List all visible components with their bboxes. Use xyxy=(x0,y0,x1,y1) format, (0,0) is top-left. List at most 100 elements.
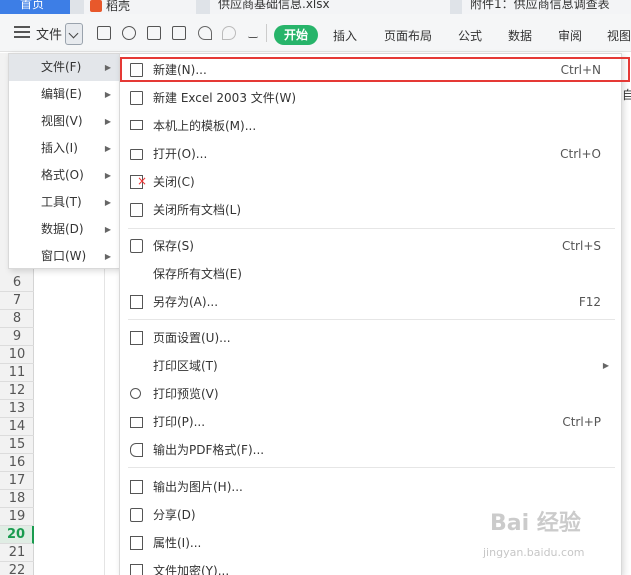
submenu-arrow-icon: ▶ xyxy=(104,171,111,180)
menu-item-label: 窗口(W) xyxy=(41,249,87,263)
row-number[interactable]: 10 xyxy=(0,346,34,364)
tab-review[interactable]: 审阅 xyxy=(558,27,582,44)
menu-item-label: 输出为PDF格式(F)... xyxy=(153,443,265,457)
watermark-logo: Bai 经验 xyxy=(490,511,581,536)
row-number[interactable]: 13 xyxy=(0,400,34,418)
file-save[interactable]: 保存(S) Ctrl+S xyxy=(120,232,621,260)
tab-data[interactable]: 数据 xyxy=(508,27,532,44)
row-number[interactable]: 17 xyxy=(0,472,34,490)
file-print-preview[interactable]: 打印预览(V) xyxy=(120,380,621,408)
file-close-all[interactable]: 关闭所有文档(L) xyxy=(120,196,621,224)
file-print-area[interactable]: 打印区域(T) ▶ xyxy=(120,352,621,380)
row-number[interactable]: 9 xyxy=(0,328,34,346)
clipped-text: 自 xyxy=(622,88,631,102)
submenu-arrow-icon: ▶ xyxy=(104,252,111,261)
file-encrypt[interactable]: 文件加密(Y)... xyxy=(120,557,621,575)
file-save-all[interactable]: 保存所有文档(E) xyxy=(120,260,621,288)
toolbar: 文件 开始 插入 页面布局 公式 数据 审阅 视图 xyxy=(0,14,631,52)
export-icon[interactable] xyxy=(122,26,136,40)
menu-item-label: 文件(F) xyxy=(41,60,82,74)
print-icon[interactable] xyxy=(147,26,161,40)
menu-item-view[interactable]: 视图(V) ▶ xyxy=(9,108,119,135)
share-icon xyxy=(130,508,143,522)
file-new-excel2003[interactable]: 新建 Excel 2003 文件(W) xyxy=(120,84,621,112)
file-print[interactable]: 打印(P)... Ctrl+P xyxy=(120,408,621,436)
row-number[interactable]: 12 xyxy=(0,382,34,400)
shortcut: F12 xyxy=(578,295,601,309)
menu-item-format[interactable]: 格式(O) ▶ xyxy=(9,162,119,189)
submenu-arrow-icon: ▶ xyxy=(602,361,609,370)
row-number[interactable]: 21 xyxy=(0,544,34,562)
save-icon[interactable] xyxy=(97,26,111,40)
menu-item-label: 打印(P)... xyxy=(153,415,206,429)
menu-item-label: 本机上的模板(M)... xyxy=(153,119,257,133)
menu-item-label: 文件加密(Y)... xyxy=(153,564,230,575)
menu-item-tools[interactable]: 工具(T) ▶ xyxy=(9,189,119,216)
print-preview-icon xyxy=(130,388,141,399)
file-local-templates[interactable]: 本机上的模板(M)... xyxy=(120,112,621,140)
row-number[interactable]: 22 xyxy=(0,562,34,575)
tab-file-supplier-basic[interactable]: 供应商基础信息.xlsx xyxy=(210,0,450,14)
row-number-active[interactable]: 20 xyxy=(0,526,34,544)
hamburger-menu-icon[interactable] xyxy=(14,26,30,38)
page-setup-icon xyxy=(130,331,143,345)
menu-item-label: 插入(I) xyxy=(41,141,78,155)
menu-item-label: 打开(O)... xyxy=(153,147,208,161)
menu-item-label: 视图(V) xyxy=(41,114,83,128)
close-all-icon xyxy=(130,203,143,217)
toolbar-divider xyxy=(266,24,267,42)
submenu-arrow-icon: ▶ xyxy=(104,225,111,234)
undo-icon[interactable] xyxy=(198,26,212,40)
menu-item-label: 另存为(A)... xyxy=(153,295,219,309)
print-preview-icon[interactable] xyxy=(172,26,186,40)
file-export-image[interactable]: 输出为图片(H)... xyxy=(120,473,621,501)
menu-item-data[interactable]: 数据(D) ▶ xyxy=(9,216,119,243)
row-number[interactable]: 15 xyxy=(0,436,34,454)
shortcut: Ctrl+P xyxy=(562,415,601,429)
menu-item-insert[interactable]: 插入(I) ▶ xyxy=(9,135,119,162)
customize-arrow-icon[interactable] xyxy=(248,30,258,38)
menu-item-label: 输出为图片(H)... xyxy=(153,480,243,494)
file-submenu: 新建(N)... Ctrl+N 新建 Excel 2003 文件(W) 本机上的模… xyxy=(119,53,622,575)
row-number[interactable]: 7 xyxy=(0,292,34,310)
tab-bar: 首页 稻壳 供应商基础信息.xlsx 附件1：供应商信息调查表 xyxy=(0,0,631,14)
menu-item-edit[interactable]: 编辑(E) ▶ xyxy=(9,81,119,108)
row-number[interactable]: 8 xyxy=(0,310,34,328)
menu-item-label: 数据(D) xyxy=(41,222,84,236)
menu-item-label: 格式(O) xyxy=(41,168,84,182)
file-page-setup[interactable]: 页面设置(U)... xyxy=(120,324,621,352)
row-number[interactable]: 6 xyxy=(0,274,34,292)
row-number[interactable]: 16 xyxy=(0,454,34,472)
menu-item-window[interactable]: 窗口(W) ▶ xyxy=(9,243,119,270)
row-number[interactable]: 14 xyxy=(0,418,34,436)
tab-start[interactable]: 开始 xyxy=(274,25,318,45)
row-number[interactable]: 11 xyxy=(0,364,34,382)
tab-view[interactable]: 视图 xyxy=(607,27,631,44)
submenu-arrow-icon: ▶ xyxy=(104,198,111,207)
menu-item-label: 关闭所有文档(L) xyxy=(153,203,242,217)
file-close[interactable]: 关闭(C) xyxy=(120,167,621,196)
tab-page-layout[interactable]: 页面布局 xyxy=(384,27,432,44)
tab-insert[interactable]: 插入 xyxy=(333,27,357,44)
menu-item-file[interactable]: 文件(F) ▶ xyxy=(9,54,119,81)
file-open[interactable]: 打开(O)... Ctrl+O xyxy=(120,140,621,168)
tab-home[interactable]: 首页 xyxy=(0,0,70,14)
tab-formulas[interactable]: 公式 xyxy=(458,27,482,44)
file-export-pdf[interactable]: 输出为PDF格式(F)... xyxy=(120,436,621,464)
new-document-icon xyxy=(130,91,143,105)
menu-item-label: 页面设置(U)... xyxy=(153,331,231,345)
highlight-annotation xyxy=(120,57,630,82)
menu-item-label: 关闭(C) xyxy=(153,175,195,189)
main-menu-panel: 文件(F) ▶ 编辑(E) ▶ 视图(V) ▶ 插入(I) ▶ 格式(O) ▶ 工具(T)… xyxy=(8,53,120,269)
file-menu-button[interactable]: 文件 xyxy=(36,24,62,43)
submenu-arrow-icon: ▶ xyxy=(104,144,111,153)
tab-docer[interactable]: 稻壳 xyxy=(84,0,196,14)
redo-icon[interactable] xyxy=(222,26,236,40)
docer-icon xyxy=(90,0,102,12)
file-save-as[interactable]: 另存为(A)... F12 xyxy=(120,288,621,316)
row-number[interactable]: 18 xyxy=(0,490,34,508)
tab-file-supplier-survey[interactable]: 附件1：供应商信息调查表 xyxy=(462,0,631,14)
file-dropdown-button[interactable] xyxy=(65,23,83,45)
row-number[interactable]: 19 xyxy=(0,508,34,526)
pdf-icon xyxy=(130,443,143,457)
